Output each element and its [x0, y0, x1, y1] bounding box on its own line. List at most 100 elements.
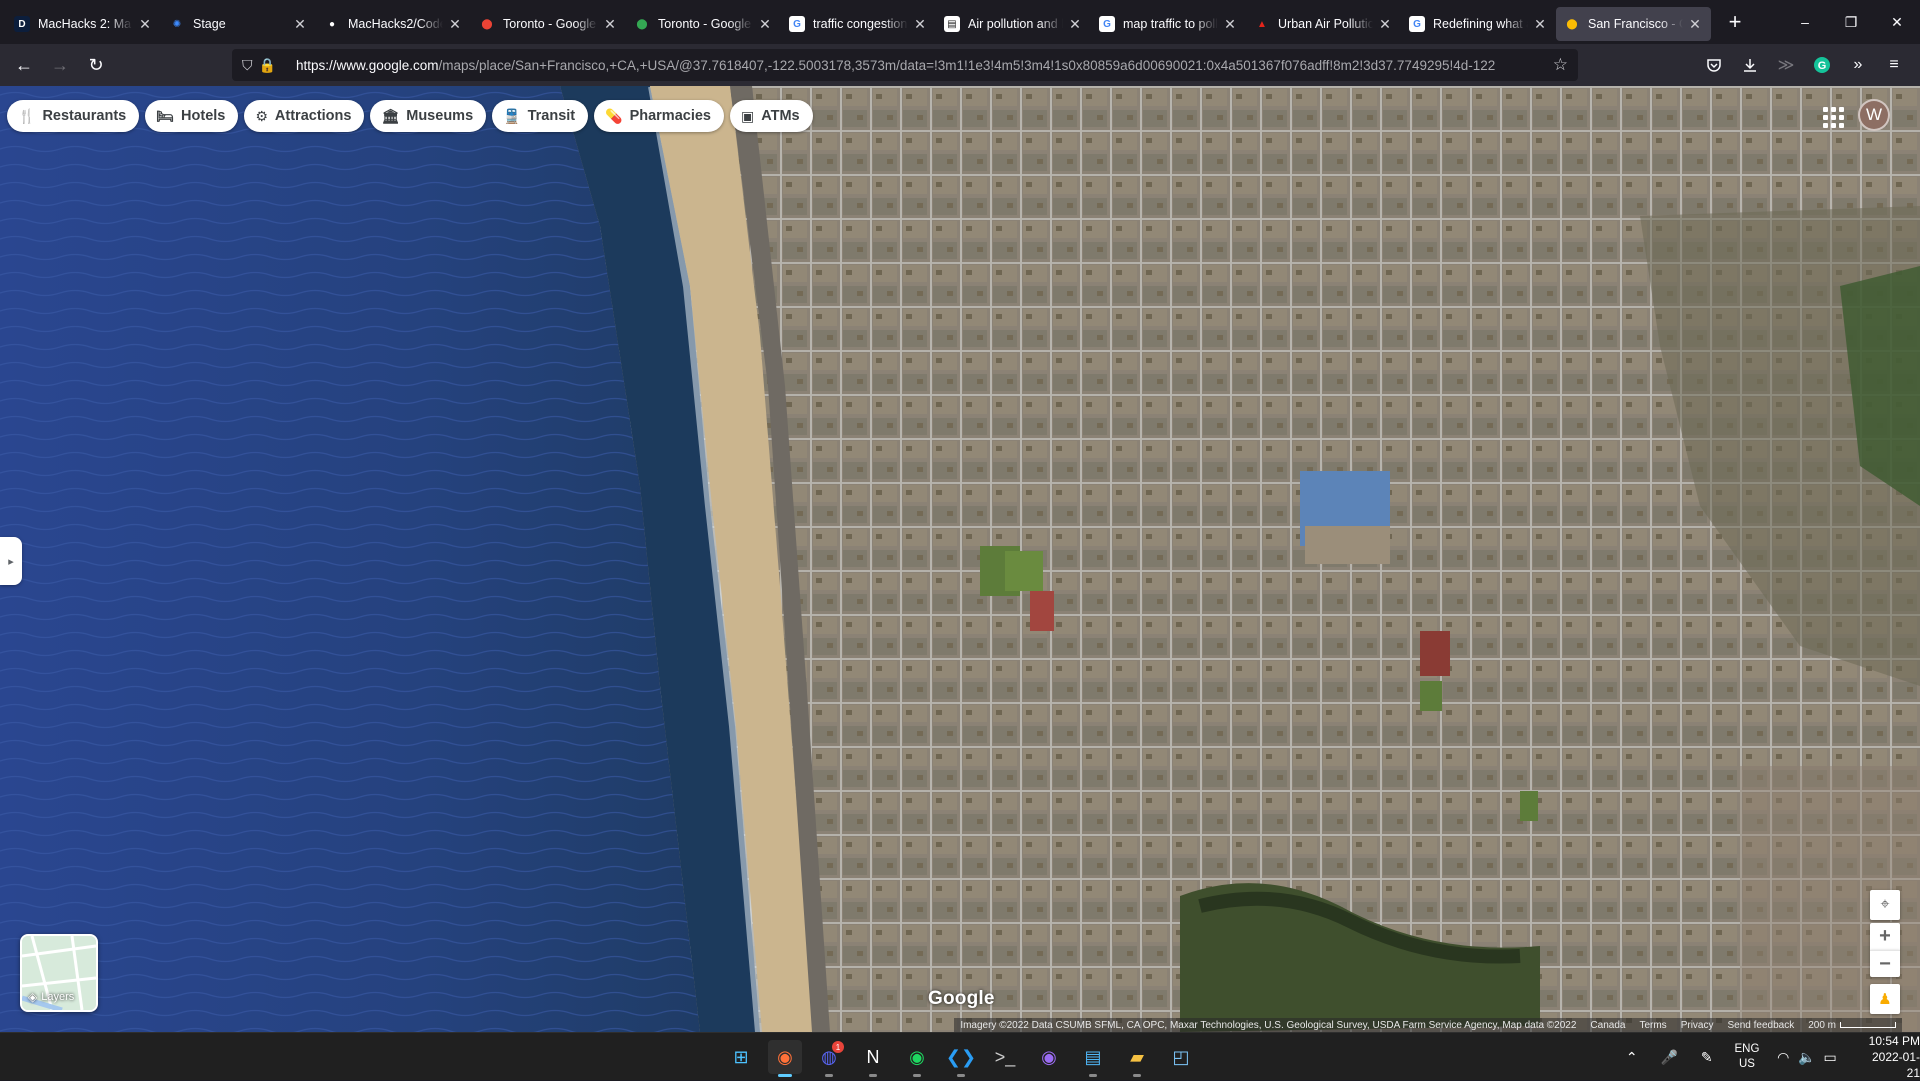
- tab-title: Toronto - Google M: [658, 17, 753, 31]
- my-location-button[interactable]: ⌖: [1870, 890, 1900, 920]
- close-window-button[interactable]: ✕: [1874, 0, 1920, 44]
- close-tab-icon[interactable]: ✕: [1687, 16, 1703, 32]
- photos-app[interactable]: ◰: [1164, 1040, 1198, 1074]
- close-tab-icon[interactable]: ✕: [602, 16, 618, 32]
- volume-icon[interactable]: 🔈: [1795, 1049, 1819, 1066]
- hamburger-menu-icon[interactable]: ≡: [1876, 49, 1912, 81]
- terms-link[interactable]: Terms: [1639, 1020, 1666, 1031]
- send-feedback-link[interactable]: Send feedback: [1727, 1020, 1794, 1031]
- account-avatar[interactable]: W: [1858, 99, 1890, 131]
- browser-tab[interactable]: ✺ Stage ✕: [161, 7, 316, 41]
- close-tab-icon[interactable]: ✕: [447, 16, 463, 32]
- clock[interactable]: 10:54 PM 2022-01-21: [1860, 1033, 1920, 1081]
- github-desktop-app[interactable]: ◉: [1032, 1040, 1066, 1074]
- browser-tab[interactable]: D MacHacks 2: Ma ✕: [6, 7, 161, 41]
- browser-tab[interactable]: ● MacHacks2/Code ✕: [316, 7, 471, 41]
- show-hidden-icons-chevron-icon[interactable]: ⌃: [1620, 1049, 1644, 1066]
- spotify-app[interactable]: ◉: [900, 1040, 934, 1077]
- restore-button[interactable]: ❐: [1828, 0, 1874, 44]
- category-chip-pharmacies[interactable]: 💊 Pharmacies: [594, 100, 724, 132]
- pen-icon[interactable]: ✎: [1695, 1049, 1719, 1066]
- microphone-icon[interactable]: 🎤: [1658, 1049, 1682, 1066]
- start-button[interactable]: ⊞: [724, 1040, 758, 1074]
- tab-favicon-icon: ✺: [172, 18, 182, 30]
- grammarly-icon[interactable]: G: [1804, 49, 1840, 81]
- browser-tab[interactable]: ▤ Air pollution and h ✕: [936, 7, 1091, 41]
- zoom-in-button[interactable]: +: [1870, 923, 1900, 950]
- browser-tab[interactable]: ⬤ San Francisco - Go ✕: [1556, 7, 1711, 41]
- browser-tab[interactable]: Gtraffic congestion ✕: [781, 7, 936, 41]
- browser-tab[interactable]: G Redefining what a ✕: [1401, 7, 1556, 41]
- tab-favicon-icon: ▲: [1257, 18, 1267, 30]
- close-tab-icon[interactable]: ✕: [137, 16, 153, 32]
- tab-favicon-icon: G: [789, 16, 805, 32]
- more-tools-icon[interactable]: »: [1840, 49, 1876, 81]
- privacy-link[interactable]: Privacy: [1681, 1020, 1714, 1031]
- notion-app[interactable]: N: [856, 1040, 890, 1077]
- forward-button[interactable]: →: [42, 49, 78, 81]
- expand-side-panel-button[interactable]: ▸: [0, 537, 22, 585]
- download-icon[interactable]: [1732, 49, 1768, 81]
- category-chip-bar: 🍴 Restaurants 🛏 Hotels ⚙ Attractions 🏛 Museums 🚆…: [7, 100, 813, 132]
- transit-icon: 🚆: [503, 107, 521, 124]
- tab-favicon-icon: D: [14, 16, 30, 32]
- reload-button[interactable]: ↻: [78, 49, 114, 81]
- terminal-app[interactable]: >_: [988, 1040, 1022, 1074]
- tracking-protection-shield-icon[interactable]: ⛉: [242, 57, 253, 74]
- street-view-pegman-icon[interactable]: ♟: [1870, 984, 1900, 1014]
- tab-favicon-icon: ⬤: [481, 18, 493, 30]
- pocket-icon[interactable]: [1696, 49, 1732, 81]
- firefox-app-icon: ◉: [777, 1046, 793, 1067]
- category-chip-attractions[interactable]: ⚙ Attractions: [244, 100, 365, 132]
- google-logo: Google: [928, 988, 995, 1009]
- tab-favicon-icon: G: [1409, 16, 1425, 32]
- category-chip-transit[interactable]: 🚆 Transit: [492, 100, 589, 132]
- new-tab-button[interactable]: +: [1717, 4, 1753, 40]
- discord-app[interactable]: ◍ 1: [812, 1040, 846, 1077]
- scale-indicator[interactable]: 200 m: [1808, 1020, 1896, 1031]
- satellite-imagery[interactable]: [0, 86, 1920, 1032]
- bookmark-star-icon[interactable]: ☆: [1553, 55, 1568, 75]
- close-tab-icon[interactable]: ✕: [1222, 16, 1238, 32]
- close-tab-icon[interactable]: ✕: [912, 16, 928, 32]
- category-chip-hotels[interactable]: 🛏 Hotels: [145, 100, 239, 132]
- windows-taskbar: ⊞ ◉ ◍ 1 N ◉ ❮❯ >_ ◉ ▤ ▰ ◰ ⌃ 🎤 ✎ ENG US ◠ 🔈 ▭ 10:54 …: [0, 1032, 1920, 1080]
- address-bar[interactable]: ⛉ 🔒 https://www.google.com/maps/place/Sa…: [232, 49, 1578, 81]
- close-tab-icon[interactable]: ✕: [757, 16, 773, 32]
- clock-date: 2022-01-21: [1871, 1050, 1920, 1080]
- battery-icon[interactable]: ▭: [1818, 1049, 1842, 1066]
- tab-favicon-icon: ⬤: [1566, 18, 1578, 30]
- close-tab-icon[interactable]: ✕: [292, 16, 308, 32]
- category-chip-atms[interactable]: ▣ ATMs: [729, 100, 813, 132]
- browser-tab[interactable]: ▲ Urban Air Pollution ✕: [1246, 7, 1401, 41]
- category-chip-restaurants[interactable]: 🍴 Restaurants: [7, 100, 140, 132]
- pharmacies-icon: 💊: [605, 107, 623, 124]
- wifi-icon[interactable]: ◠: [1771, 1049, 1795, 1066]
- region-link[interactable]: Canada: [1590, 1020, 1625, 1031]
- browser-tab[interactable]: ⬤ Toronto - Google M ✕: [626, 7, 781, 41]
- close-tab-icon[interactable]: ✕: [1067, 16, 1083, 32]
- google-apps-icon[interactable]: [1820, 104, 1844, 128]
- clock-time: 10:54 PM: [1868, 1034, 1920, 1048]
- browser-tab[interactable]: Gmap traffic to poll ✕: [1091, 7, 1246, 41]
- language-indicator[interactable]: ENG US: [1735, 1042, 1760, 1072]
- zoom-out-button[interactable]: −: [1870, 950, 1900, 977]
- file-explorer-app[interactable]: ▰: [1120, 1040, 1154, 1077]
- close-tab-icon[interactable]: ✕: [1377, 16, 1393, 32]
- minimize-button[interactable]: –: [1782, 0, 1828, 44]
- browser-tab[interactable]: ⬤ Toronto - Google M ✕: [471, 7, 626, 41]
- back-button[interactable]: ←: [6, 49, 42, 81]
- satellite-map[interactable]: 🍴 Restaurants 🛏 Hotels ⚙ Attractions 🏛 Museums 🚆…: [0, 86, 1920, 1032]
- layers-button[interactable]: ◈ Layers: [20, 934, 98, 1012]
- url-text[interactable]: https://www.google.com/maps/place/San+Fr…: [296, 58, 1545, 73]
- notepad-app[interactable]: ▤: [1076, 1040, 1110, 1077]
- lock-icon[interactable]: 🔒: [259, 57, 276, 74]
- tab-title: Toronto - Google M: [503, 17, 598, 31]
- tab-title: Air pollution and h: [968, 17, 1063, 31]
- close-tab-icon[interactable]: ✕: [1532, 16, 1548, 32]
- category-chip-museums[interactable]: 🏛 Museums: [370, 100, 487, 132]
- extensions-overflow-icon[interactable]: ≫: [1768, 49, 1804, 81]
- vscode-app[interactable]: ❮❯: [944, 1040, 978, 1077]
- firefox-app[interactable]: ◉: [768, 1040, 802, 1077]
- imagery-attribution: Imagery ©2022 Data CSUMB SFML, CA OPC, M…: [960, 1019, 1577, 1031]
